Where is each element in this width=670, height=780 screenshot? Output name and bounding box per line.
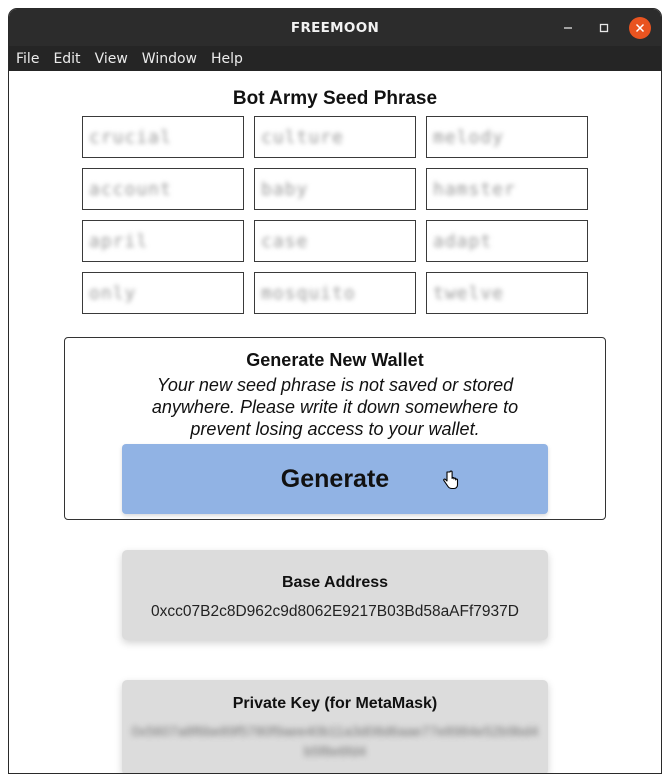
- seed-word-field[interactable]: april: [82, 220, 244, 262]
- window-controls: [557, 9, 651, 46]
- seed-word: account: [89, 178, 172, 200]
- seed-word-field[interactable]: mosquito: [254, 272, 416, 314]
- seed-word-field[interactable]: melody: [426, 116, 588, 158]
- generate-button[interactable]: Generate: [122, 444, 548, 514]
- seed-word-field[interactable]: hamster: [426, 168, 588, 210]
- seed-word: twelve: [433, 282, 505, 304]
- seed-word: adapt: [433, 230, 493, 252]
- menu-help[interactable]: Help: [211, 51, 243, 67]
- generate-wallet-panel: Generate New Wallet Your new seed phrase…: [64, 337, 606, 520]
- seed-word: baby: [261, 178, 309, 200]
- seed-word: only: [89, 282, 137, 304]
- main-content: Bot Army Seed Phrase crucial culture mel…: [9, 71, 661, 773]
- base-address-value[interactable]: 0xcc07B2c8D962c9d8062E9217B03Bd58aAFf793…: [122, 603, 548, 621]
- private-key-label: Private Key (for MetaMask): [232, 695, 438, 712]
- seed-word-field[interactable]: culture: [254, 116, 416, 158]
- private-key-card: Private Key (for MetaMask) 0x5607a8f6be8…: [122, 680, 548, 773]
- seed-word: hamster: [433, 178, 516, 200]
- menu-file[interactable]: File: [16, 51, 39, 67]
- seed-word-field[interactable]: crucial: [82, 116, 244, 158]
- seed-word-field[interactable]: baby: [254, 168, 416, 210]
- seed-word-field[interactable]: twelve: [426, 272, 588, 314]
- minimize-button[interactable]: [557, 17, 579, 39]
- app-window: FREEMOON File Edit View Window Help Bot …: [8, 8, 662, 774]
- seed-word-field[interactable]: adapt: [426, 220, 588, 262]
- menu-edit[interactable]: Edit: [53, 51, 80, 67]
- seed-word: case: [261, 230, 309, 252]
- seed-word: crucial: [89, 126, 172, 148]
- title-bar[interactable]: FREEMOON: [9, 9, 661, 46]
- seed-word-field[interactable]: case: [254, 220, 416, 262]
- window-title: FREEMOON: [290, 19, 380, 36]
- seed-word: mosquito: [261, 282, 356, 304]
- seed-word: april: [89, 230, 149, 252]
- menu-window[interactable]: Window: [142, 51, 197, 67]
- generate-wallet-warning: Your new seed phrase is not saved or sto…: [151, 375, 519, 439]
- seed-word-field[interactable]: only: [82, 272, 244, 314]
- seed-phrase-title: Bot Army Seed Phrase: [232, 88, 438, 109]
- close-icon: [635, 23, 645, 32]
- base-address-label: Base Address: [281, 574, 389, 591]
- menu-view[interactable]: View: [95, 51, 128, 67]
- seed-word: culture: [261, 126, 344, 148]
- close-button[interactable]: [629, 16, 651, 39]
- seed-word-field[interactable]: account: [82, 168, 244, 210]
- maximize-icon: [599, 23, 609, 32]
- maximize-button[interactable]: [593, 17, 615, 39]
- menu-bar: File Edit View Window Help: [9, 46, 661, 71]
- private-key-value[interactable]: 0x5607a8f6be89f5780f9aee40b11a3d08d6aae7…: [130, 721, 540, 761]
- seed-phrase-grid: crucial culture melody account baby hams…: [82, 116, 589, 314]
- hand-pointer-icon: [443, 470, 459, 490]
- generate-wallet-title: Generate New Wallet: [246, 350, 424, 370]
- seed-word: melody: [433, 126, 505, 148]
- base-address-card: Base Address 0xcc07B2c8D962c9d8062E9217B…: [122, 550, 548, 640]
- minimize-icon: [564, 26, 572, 29]
